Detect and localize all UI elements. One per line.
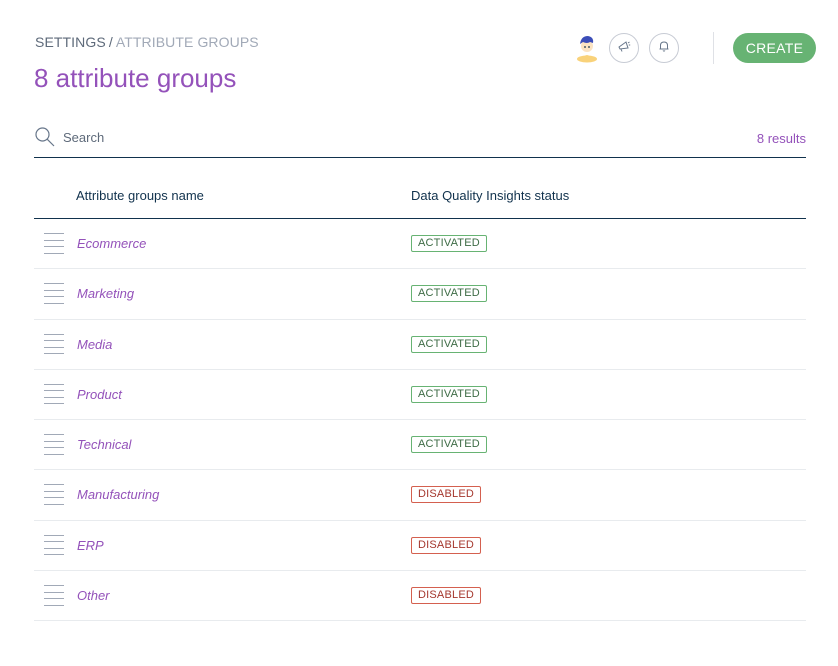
drag-handle-icon[interactable] [44, 333, 64, 355]
table-row[interactable]: Ecommerce ACTIVATED [34, 219, 806, 270]
drag-handle-icon[interactable] [44, 585, 64, 606]
drag-handle-icon[interactable] [44, 283, 64, 304]
user-avatar-icon[interactable] [575, 33, 599, 63]
attribute-group-name[interactable]: ERP [77, 538, 104, 553]
dqi-status-badge: ACTIVATED [411, 436, 487, 454]
search-bar: 8 results [34, 124, 806, 158]
announcements-button[interactable] [609, 33, 639, 63]
search-icon [34, 126, 56, 148]
page-title: 8 attribute groups [34, 63, 237, 93]
notifications-button[interactable] [649, 33, 679, 63]
attribute-groups-table: Attribute groups name Data Quality Insig… [34, 172, 806, 622]
attribute-group-name[interactable]: Media [77, 337, 112, 352]
table-row[interactable]: ERP DISABLED [34, 521, 806, 572]
search-input[interactable] [63, 130, 363, 145]
breadcrumb-separator: / [108, 34, 113, 50]
attribute-group-name[interactable]: Technical [77, 437, 131, 452]
drag-handle-icon[interactable] [44, 534, 64, 556]
table-row[interactable]: Manufacturing DISABLED [34, 470, 806, 521]
drag-handle-icon[interactable] [44, 484, 64, 505]
breadcrumb-attribute-groups: ATTRIBUTE GROUPS [115, 34, 259, 50]
table-row[interactable]: Other DISABLED [34, 571, 806, 622]
dqi-status-badge: DISABLED [411, 486, 482, 504]
table-header: Attribute groups name Data Quality Insig… [34, 172, 806, 219]
dqi-status-badge: ACTIVATED [411, 235, 487, 252]
attribute-group-name[interactable]: Product [77, 387, 122, 402]
table-row[interactable]: Product ACTIVATED [34, 370, 806, 421]
dqi-status-badge: DISABLED [411, 536, 482, 554]
breadcrumb: SETTINGS / ATTRIBUTE GROUPS [35, 34, 259, 50]
drag-handle-icon[interactable] [44, 434, 64, 455]
column-header-dqi-status: Data Quality Insights status [411, 188, 570, 203]
dqi-status-badge: DISABLED [411, 587, 482, 605]
attribute-group-name[interactable]: Manufacturing [77, 487, 159, 502]
drag-handle-icon[interactable] [44, 233, 64, 254]
table-row[interactable]: Media ACTIVATED [34, 320, 806, 370]
dqi-status-badge: ACTIVATED [411, 385, 487, 403]
header-actions: CREATE [575, 31, 816, 65]
dqi-status-badge: ACTIVATED [411, 285, 487, 303]
breadcrumb-settings[interactable]: SETTINGS [35, 34, 106, 50]
results-count: 8 results [756, 131, 806, 146]
attribute-group-name[interactable]: Other [77, 588, 110, 603]
drag-handle-icon[interactable] [44, 383, 64, 405]
create-button[interactable]: CREATE [733, 33, 816, 63]
dqi-status-badge: ACTIVATED [411, 335, 487, 353]
attribute-group-name[interactable]: Marketing [77, 286, 134, 301]
header-divider [713, 32, 714, 64]
attribute-group-name[interactable]: Ecommerce [77, 236, 146, 251]
table-row[interactable]: Marketing ACTIVATED [34, 269, 806, 320]
table-row[interactable]: Technical ACTIVATED [34, 420, 806, 471]
bell-icon [657, 39, 671, 58]
megaphone-icon [617, 39, 631, 58]
column-header-name: Attribute groups name [76, 188, 204, 203]
